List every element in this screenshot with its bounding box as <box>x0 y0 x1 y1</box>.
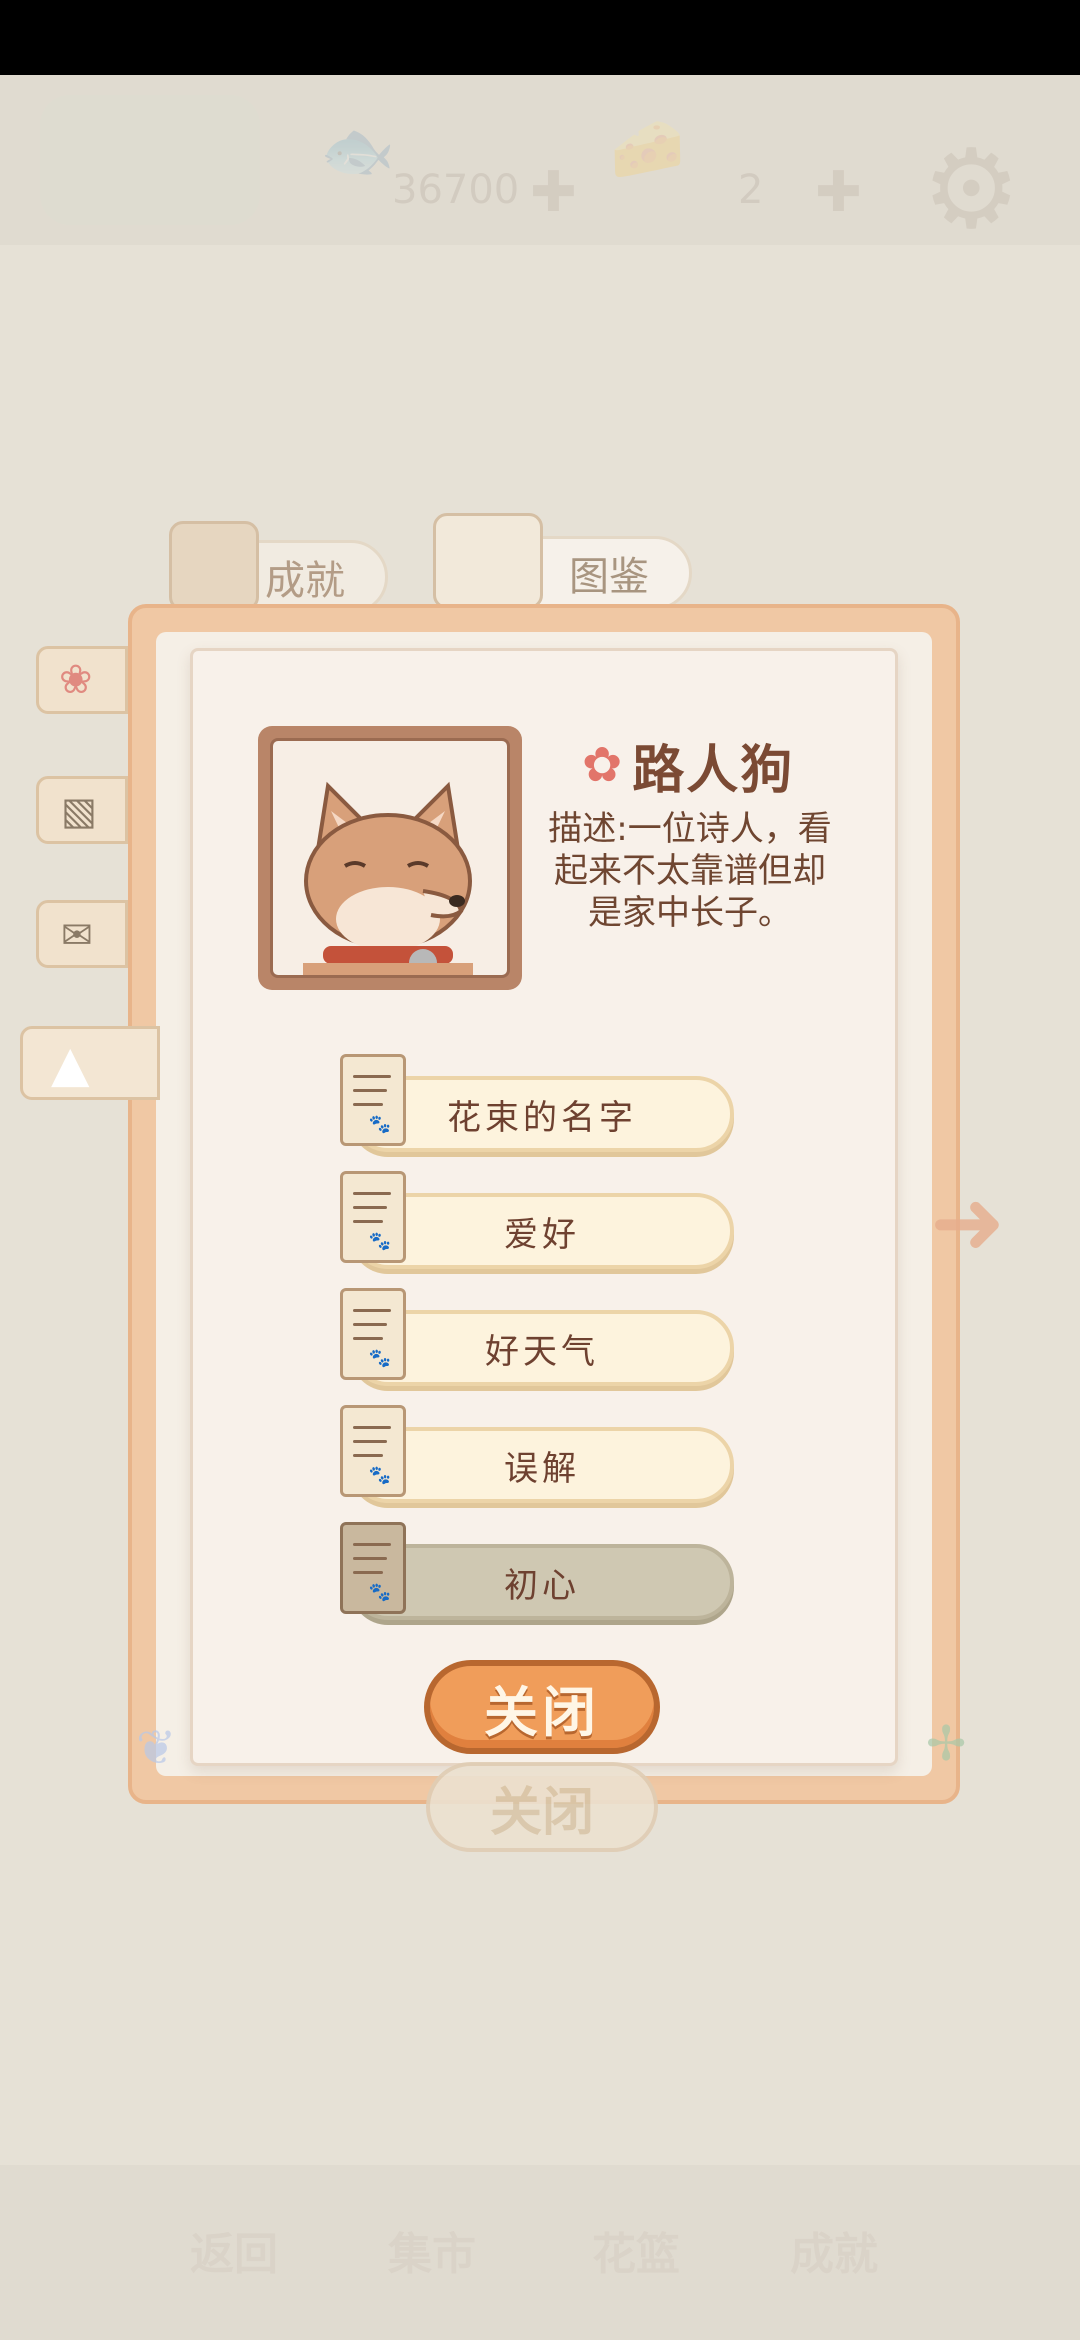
side-tab-photo[interactable]: ▧ <box>36 776 128 844</box>
photo-icon: ▧ <box>61 789 97 833</box>
book-icon <box>433 513 543 609</box>
close-button[interactable]: 关闭 <box>424 1660 660 1754</box>
scroll-icon: 🐾 <box>340 1171 406 1263</box>
trophy-icon <box>169 521 259 611</box>
side-tab-flower[interactable]: ❀ <box>36 646 128 714</box>
story-item-label: 爱好 <box>504 1214 580 1255</box>
paw-icon: 🐾 <box>368 1465 395 1486</box>
story-item-label: 误解 <box>504 1448 580 1489</box>
paw-icon: 🐾 <box>368 1348 395 1369</box>
side-tab-letter[interactable]: ✉ <box>36 900 128 968</box>
story-item-label: 初心 <box>504 1565 580 1606</box>
dragonfly-icon: ✢ <box>926 1716 967 1772</box>
story-item-locked[interactable]: 🐾 初心 <box>340 1522 734 1620</box>
butterfly-icon: ❦ <box>136 1720 177 1776</box>
tab-collection-label: 图鉴 <box>569 554 649 600</box>
story-item[interactable]: 🐾 好天气 <box>340 1288 734 1386</box>
background-close-button: 关闭 <box>426 1762 658 1852</box>
scroll-icon: 🐾 <box>340 1054 406 1146</box>
status-bar <box>0 0 1080 75</box>
paw-icon: 🐾 <box>368 1582 395 1603</box>
paw-icon: 🐾 <box>368 1231 395 1252</box>
story-item[interactable]: 🐾 花束的名字 <box>340 1054 734 1152</box>
scroll-icon: 🐾 <box>340 1405 406 1497</box>
character-portrait <box>270 738 510 978</box>
tab-achievements-label: 成就 <box>265 558 345 604</box>
next-arrow-icon[interactable]: ➜ <box>930 1170 1005 1275</box>
flower-icon: ❀ <box>59 657 93 703</box>
character-description: 描述:一位诗人，看起来不太靠谱但却是家中长子。 <box>548 809 832 933</box>
tab-achievements[interactable]: 成就 <box>169 521 388 614</box>
story-item[interactable]: 🐾 爱好 <box>340 1171 734 1269</box>
dog-portrait-icon <box>303 781 473 975</box>
character-name: 路人狗 <box>632 740 795 801</box>
story-item-label: 花束的名字 <box>447 1097 637 1138</box>
scroll-icon: 🐾 <box>340 1522 406 1614</box>
scroll-icon: 🐾 <box>340 1288 406 1380</box>
character-name-row: ✿ 路人狗 <box>582 730 882 801</box>
flower-bullet-icon: ✿ <box>582 737 623 793</box>
character-portrait-frame <box>258 726 522 990</box>
tab-collection[interactable]: 图鉴 <box>433 513 692 610</box>
story-item-label: 好天气 <box>485 1331 599 1372</box>
cat-silhouette-icon: ▲ <box>51 1035 90 1093</box>
paw-icon: 🐾 <box>368 1114 395 1135</box>
side-tab-character[interactable]: ▲ <box>20 1026 160 1100</box>
story-item[interactable]: 🐾 误解 <box>340 1405 734 1503</box>
letter-icon: ✉ <box>61 913 93 957</box>
